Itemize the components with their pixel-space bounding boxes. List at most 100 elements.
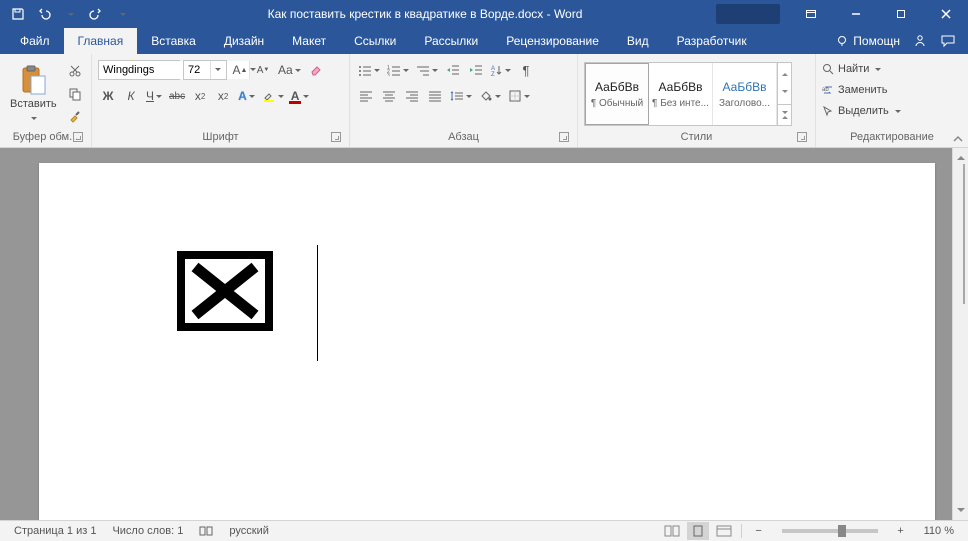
read-mode-button[interactable] bbox=[661, 522, 683, 540]
svg-text:Z: Z bbox=[491, 72, 495, 76]
gallery-more-icon[interactable] bbox=[778, 104, 791, 125]
web-layout-button[interactable] bbox=[713, 522, 735, 540]
align-right-button[interactable] bbox=[402, 85, 422, 107]
save-icon[interactable] bbox=[6, 2, 30, 26]
style-item-heading1[interactable]: АаБбВв Заголово... bbox=[713, 63, 777, 125]
undo-icon[interactable] bbox=[32, 2, 56, 26]
web-layout-icon bbox=[716, 525, 732, 537]
bold-button[interactable]: Ж bbox=[98, 85, 118, 107]
font-size-input[interactable] bbox=[184, 61, 210, 79]
font-color-button[interactable]: A bbox=[289, 85, 312, 107]
tab-view[interactable]: Вид bbox=[613, 28, 663, 54]
sort-button[interactable]: AZ bbox=[489, 59, 513, 81]
dialog-launcher-icon[interactable] bbox=[73, 132, 83, 142]
spellcheck-button[interactable] bbox=[191, 525, 221, 537]
justify-button[interactable] bbox=[425, 85, 445, 107]
page[interactable] bbox=[39, 163, 935, 520]
borders-button[interactable] bbox=[506, 85, 532, 107]
brush-icon bbox=[68, 110, 82, 124]
select-button[interactable]: Выделить bbox=[822, 101, 962, 121]
font-size-combo[interactable] bbox=[183, 60, 227, 80]
minimize-icon[interactable] bbox=[833, 0, 878, 28]
share-icon[interactable] bbox=[912, 33, 928, 49]
decrease-indent-button[interactable] bbox=[443, 59, 463, 81]
clear-formatting-button[interactable] bbox=[306, 59, 326, 81]
close-icon[interactable] bbox=[923, 0, 968, 28]
grow-font-button[interactable]: A▲ bbox=[230, 59, 250, 81]
align-center-button[interactable] bbox=[379, 85, 399, 107]
tab-file[interactable]: Файл bbox=[6, 28, 64, 54]
tab-mailings[interactable]: Рассылки bbox=[410, 28, 492, 54]
dialog-launcher-icon[interactable] bbox=[797, 132, 807, 142]
language[interactable]: русский bbox=[221, 525, 276, 537]
dialog-launcher-icon[interactable] bbox=[331, 132, 341, 142]
outdent-icon bbox=[446, 64, 460, 76]
style-item-normal[interactable]: АаБбВв ¶ Обычный bbox=[585, 63, 649, 125]
italic-button[interactable]: К bbox=[121, 85, 141, 107]
scroll-down-icon[interactable] bbox=[953, 504, 968, 520]
tab-review[interactable]: Рецензирование bbox=[492, 28, 613, 54]
gallery-down-icon[interactable] bbox=[778, 83, 791, 103]
collapse-ribbon-icon[interactable] bbox=[952, 133, 964, 145]
ribbon-display-options-icon[interactable] bbox=[788, 0, 833, 28]
qat-customize-icon[interactable] bbox=[110, 2, 134, 26]
subscript-button[interactable]: x2 bbox=[190, 85, 210, 107]
styles-gallery[interactable]: АаБбВв ¶ Обычный АаБбВв ¶ Без инте... Аа… bbox=[584, 62, 792, 126]
text-effects-button[interactable]: A bbox=[236, 85, 257, 107]
chevron-down-icon[interactable] bbox=[210, 61, 224, 79]
show-marks-button[interactable]: ¶ bbox=[516, 59, 536, 81]
tab-insert[interactable]: Вставка bbox=[137, 28, 210, 54]
align-left-button[interactable] bbox=[356, 85, 376, 107]
dialog-launcher-icon[interactable] bbox=[559, 132, 569, 142]
style-item-nospacing[interactable]: АаБбВв ¶ Без инте... bbox=[649, 63, 713, 125]
highlight-button[interactable] bbox=[260, 85, 286, 107]
zoom-level[interactable]: 110 % bbox=[916, 525, 962, 537]
paste-button[interactable]: Вставить bbox=[6, 56, 61, 131]
scroll-up-icon[interactable] bbox=[953, 148, 968, 164]
tab-references[interactable]: Ссылки bbox=[340, 28, 410, 54]
comments-icon[interactable] bbox=[940, 33, 956, 49]
chevron-down-icon bbox=[893, 105, 901, 117]
document-title: Как поставить крестик в квадратике в Вор… bbox=[134, 7, 716, 21]
zoom-in-button[interactable]: + bbox=[890, 522, 912, 540]
zoom-slider-knob[interactable] bbox=[838, 525, 846, 537]
cut-button[interactable] bbox=[65, 60, 85, 82]
superscript-button[interactable]: x2 bbox=[213, 85, 233, 107]
change-case-button[interactable]: Aa bbox=[276, 59, 303, 81]
font-name-combo[interactable] bbox=[98, 60, 180, 80]
replace-button[interactable]: abЗаменить bbox=[822, 80, 962, 100]
maximize-icon[interactable] bbox=[878, 0, 923, 28]
vertical-scrollbar[interactable] bbox=[952, 148, 968, 520]
group-editing: Найти abЗаменить Выделить Редактирование bbox=[816, 54, 968, 147]
line-spacing-button[interactable] bbox=[448, 85, 474, 107]
page-number[interactable]: Страница 1 из 1 bbox=[6, 525, 104, 537]
shrink-font-button[interactable]: A▼ bbox=[253, 59, 273, 81]
bullets-button[interactable] bbox=[356, 59, 382, 81]
strikethrough-button[interactable]: abc bbox=[167, 85, 187, 107]
undo-dropdown-icon[interactable] bbox=[58, 2, 82, 26]
tell-me[interactable]: Помощн bbox=[835, 34, 900, 48]
tab-developer[interactable]: Разработчик bbox=[663, 28, 761, 54]
account-pill[interactable] bbox=[716, 4, 780, 24]
copy-icon bbox=[68, 87, 82, 101]
tab-home[interactable]: Главная bbox=[64, 28, 138, 54]
multilevel-button[interactable] bbox=[414, 59, 440, 81]
zoom-out-button[interactable]: − bbox=[748, 522, 770, 540]
redo-icon[interactable] bbox=[84, 2, 108, 26]
print-layout-button[interactable] bbox=[687, 522, 709, 540]
title-bar: Как поставить крестик в квадратике в Вор… bbox=[0, 0, 968, 28]
tab-design[interactable]: Дизайн bbox=[210, 28, 278, 54]
word-count[interactable]: Число слов: 1 bbox=[104, 525, 191, 537]
gallery-up-icon[interactable] bbox=[778, 63, 791, 83]
scroll-thumb[interactable] bbox=[963, 164, 965, 304]
increase-indent-button[interactable] bbox=[466, 59, 486, 81]
copy-button[interactable] bbox=[65, 83, 85, 105]
zoom-slider[interactable] bbox=[782, 529, 878, 533]
underline-button[interactable]: Ч bbox=[144, 85, 164, 107]
numbering-button[interactable]: 123 bbox=[385, 59, 411, 81]
find-button[interactable]: Найти bbox=[822, 59, 962, 79]
tab-layout[interactable]: Макет bbox=[278, 28, 340, 54]
format-painter-button[interactable] bbox=[65, 106, 85, 128]
style-preview: АаБбВв bbox=[595, 80, 639, 94]
shading-button[interactable] bbox=[477, 85, 503, 107]
